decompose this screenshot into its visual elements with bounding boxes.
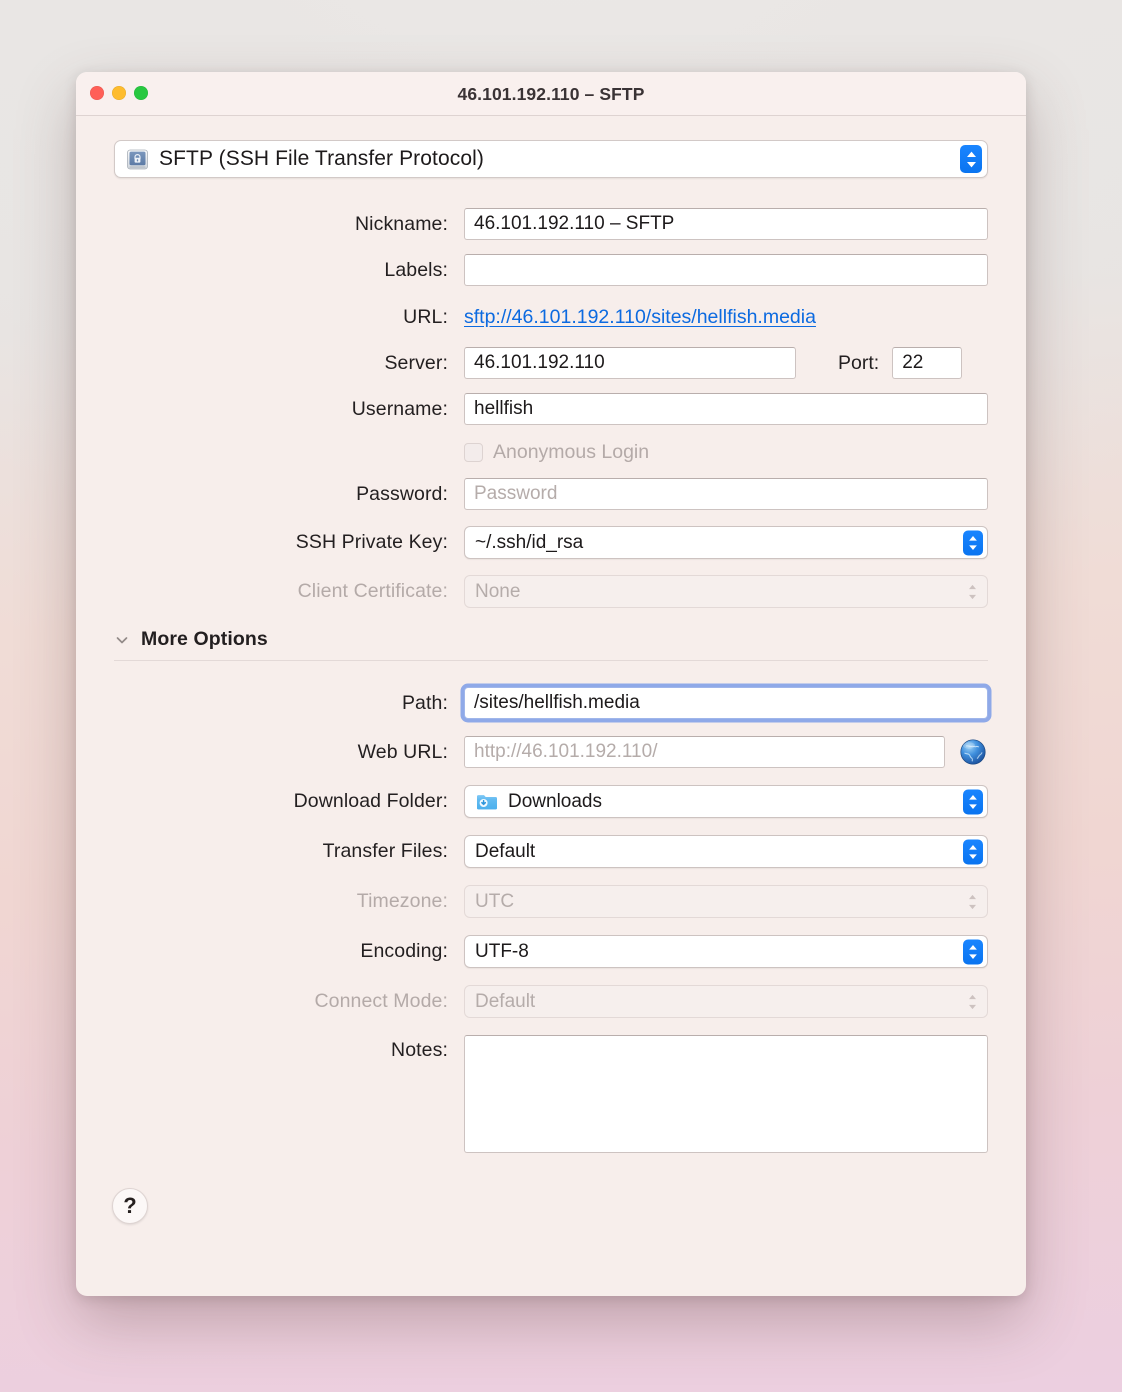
ssh-private-key-value: ~/.ssh/id_rsa — [475, 532, 583, 554]
client-certificate-value: None — [475, 581, 520, 603]
anonymous-login-checkbox[interactable]: Anonymous Login — [464, 441, 988, 464]
help-button[interactable]: ? — [112, 1188, 148, 1224]
more-options-divider — [114, 660, 988, 661]
connection-form: Nickname: 46.101.192.110 – SFTP Labels: … — [76, 208, 1026, 608]
window-body: SFTP (SSH File Transfer Protocol) Nickna… — [76, 116, 1026, 1296]
username-input[interactable]: hellfish — [464, 393, 988, 425]
password-input[interactable]: Password — [464, 478, 988, 510]
timezone-label: Timezone: — [114, 890, 464, 913]
connect-mode-row: Connect Mode: Default — [114, 985, 988, 1018]
client-certificate-row: Client Certificate: None — [114, 575, 988, 608]
chevron-down-icon[interactable] — [114, 632, 130, 648]
download-folder-value: Downloads — [508, 791, 602, 813]
protocol-row: SFTP (SSH File Transfer Protocol) — [76, 116, 1026, 178]
timezone-stepper-icon — [965, 889, 979, 915]
protocol-select[interactable]: SFTP (SSH File Transfer Protocol) — [114, 140, 988, 178]
web-url-row: Web URL: http://46.101.192.110/ — [114, 736, 988, 768]
transfer-files-label: Transfer Files: — [114, 840, 464, 863]
download-folder-stepper-icon[interactable] — [963, 789, 983, 814]
labels-row: Labels: — [114, 254, 988, 286]
anonymous-login-row: Anonymous Login — [114, 441, 988, 464]
port-value: 22 — [902, 352, 923, 374]
transfer-files-row: Transfer Files: Default — [114, 835, 988, 868]
ssh-private-key-label: SSH Private Key: — [114, 531, 464, 554]
notes-label: Notes: — [114, 1035, 464, 1062]
bookmark-editor-window: 46.101.192.110 – SFTP — [76, 72, 1026, 1296]
encoding-label: Encoding: — [114, 940, 464, 963]
encoding-select[interactable]: UTF-8 — [464, 935, 988, 968]
transfer-files-stepper-icon[interactable] — [963, 839, 983, 864]
port-input[interactable]: 22 — [892, 347, 962, 379]
encoding-stepper-icon[interactable] — [963, 939, 983, 964]
web-url-label: Web URL: — [114, 741, 464, 764]
client-certificate-select: None — [464, 575, 988, 608]
help-button-label: ? — [123, 1195, 136, 1217]
connect-mode-select: Default — [464, 985, 988, 1018]
server-value: 46.101.192.110 — [474, 352, 605, 374]
notes-textarea[interactable] — [464, 1035, 988, 1153]
username-value: hellfish — [474, 398, 533, 420]
client-certificate-label: Client Certificate: — [114, 580, 464, 603]
labels-label: Labels: — [114, 259, 464, 282]
nickname-value: 46.101.192.110 – SFTP — [474, 213, 674, 235]
web-url-placeholder: http://46.101.192.110/ — [474, 741, 657, 763]
path-input[interactable]: /sites/hellfish.media — [464, 687, 988, 719]
labels-input[interactable] — [464, 254, 988, 286]
protocol-stepper-icon[interactable] — [960, 145, 982, 173]
nickname-row: Nickname: 46.101.192.110 – SFTP — [114, 208, 988, 240]
nickname-label: Nickname: — [114, 213, 464, 236]
ssh-private-key-row: SSH Private Key: ~/.ssh/id_rsa — [114, 526, 988, 559]
username-label: Username: — [114, 398, 464, 421]
window-title: 46.101.192.110 – SFTP — [76, 84, 1026, 105]
anonymous-login-label: Anonymous Login — [493, 441, 649, 464]
protocol-label: SFTP (SSH File Transfer Protocol) — [159, 147, 484, 171]
download-folder-label: Download Folder: — [114, 790, 464, 813]
sftp-disk-icon — [125, 147, 150, 172]
more-options-title: More Options — [141, 628, 268, 651]
server-row: Server: 46.101.192.110 Port: 22 — [114, 347, 988, 379]
more-options-header[interactable]: More Options — [114, 628, 988, 651]
connect-mode-value: Default — [475, 991, 535, 1013]
more-options-form: Path: /sites/hellfish.media Web URL: htt… — [76, 687, 1026, 1153]
server-input[interactable]: 46.101.192.110 — [464, 347, 796, 379]
path-value: /sites/hellfish.media — [474, 692, 640, 714]
client-certificate-stepper-icon — [965, 579, 979, 605]
connect-mode-stepper-icon — [965, 989, 979, 1015]
checkbox-box-icon — [464, 443, 483, 462]
encoding-value: UTF-8 — [475, 941, 529, 963]
nickname-input[interactable]: 46.101.192.110 – SFTP — [464, 208, 988, 240]
ssh-private-key-select[interactable]: ~/.ssh/id_rsa — [464, 526, 988, 559]
timezone-row: Timezone: UTC — [114, 885, 988, 918]
title-bar: 46.101.192.110 – SFTP — [76, 72, 1026, 116]
more-options-section: More Options — [76, 628, 1026, 661]
notes-row: Notes: — [114, 1035, 988, 1153]
path-label: Path: — [114, 692, 464, 715]
encoding-row: Encoding: UTF-8 — [114, 935, 988, 968]
ssh-key-stepper-icon[interactable] — [963, 530, 983, 555]
url-row: URL: sftp://46.101.192.110/sites/hellfis… — [114, 306, 988, 329]
password-placeholder: Password — [474, 483, 557, 505]
connect-mode-label: Connect Mode: — [114, 990, 464, 1013]
transfer-files-value: Default — [475, 841, 535, 863]
port-label: Port: — [838, 352, 879, 375]
password-label: Password: — [114, 483, 464, 506]
downloads-folder-icon — [475, 790, 499, 814]
transfer-files-select[interactable]: Default — [464, 835, 988, 868]
download-folder-row: Download Folder: — [114, 785, 988, 818]
globe-icon[interactable] — [958, 737, 988, 767]
server-label: Server: — [114, 352, 464, 375]
download-folder-select[interactable]: Downloads — [464, 785, 988, 818]
username-row: Username: hellfish — [114, 393, 988, 425]
web-url-input[interactable]: http://46.101.192.110/ — [464, 736, 945, 768]
timezone-value: UTC — [475, 891, 514, 913]
url-link[interactable]: sftp://46.101.192.110/sites/hellfish.med… — [464, 306, 816, 328]
password-row: Password: Password — [114, 478, 988, 510]
timezone-select: UTC — [464, 885, 988, 918]
url-label: URL: — [114, 306, 464, 329]
path-row: Path: /sites/hellfish.media — [114, 687, 988, 719]
